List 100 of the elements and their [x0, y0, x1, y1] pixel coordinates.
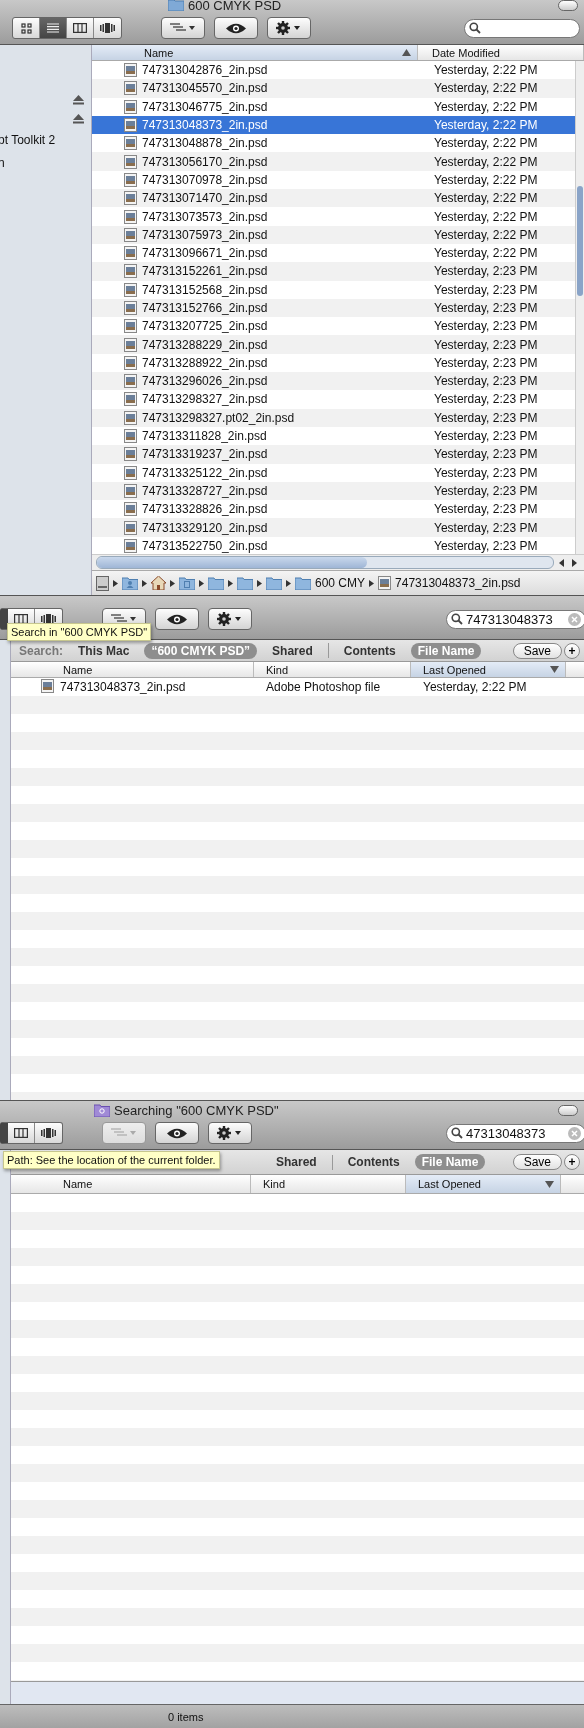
file-row[interactable]: 747313071470_2in.psd Yesterday, 2:22 PM [92, 189, 575, 208]
file-row[interactable]: 747313288229_2in.psd Yesterday, 2:23 PM [92, 335, 575, 354]
path-item[interactable] [122, 576, 138, 590]
gear-icon [217, 612, 243, 626]
file-row[interactable]: 747313075973_2in.psd Yesterday, 2:22 PM [92, 225, 575, 244]
eject-icon[interactable] [73, 114, 84, 124]
path-item[interactable] [266, 576, 282, 590]
file-row[interactable]: 747313328727_2in.psd Yesterday, 2:23 PM [92, 481, 575, 501]
file-row[interactable]: 747313152568_2in.psd Yesterday, 2:23 PM [92, 280, 575, 299]
column-header[interactable]: Name [11, 1175, 251, 1193]
file-row[interactable]: 747313298327_2in.psd Yesterday, 2:23 PM [92, 390, 575, 409]
file-row[interactable]: 747313048373_2in.psd Yesterday, 2:22 PM [92, 115, 575, 135]
date-modified: Yesterday, 2:23 PM [433, 319, 539, 334]
file-row[interactable]: 747313048878_2in.psd Yesterday, 2:22 PM [92, 134, 575, 153]
image-file-icon [124, 502, 137, 517]
path-item[interactable]: 747313048373_2in.psd [378, 576, 521, 590]
path-item[interactable] [237, 576, 253, 590]
column-header[interactable]: Name [92, 45, 418, 60]
file-row[interactable]: 747313328826_2in.psd Yesterday, 2:23 PM [92, 500, 575, 519]
path-item[interactable] [208, 576, 224, 590]
date-modified: Yesterday, 2:23 PM [433, 520, 539, 535]
path-item[interactable] [179, 576, 195, 590]
file-row[interactable]: 747313152766_2in.psd Yesterday, 2:23 PM [92, 298, 575, 318]
search-field[interactable] [464, 18, 580, 38]
file-row[interactable]: 747313073573_2in.psd Yesterday, 2:22 PM [92, 207, 575, 226]
arrange-icon [111, 1128, 137, 1138]
image-file-icon [124, 191, 137, 206]
file-name: 747313298327_2in.psd [142, 392, 269, 407]
file-row[interactable]: 747313329120_2in.psd Yesterday, 2:23 PM [92, 518, 575, 537]
file-row[interactable]: 747313311828_2in.psd Yesterday, 2:23 PM [92, 426, 575, 446]
path-item[interactable] [96, 575, 109, 591]
file-row[interactable]: 747313288922_2in.psd Yesterday, 2:23 PM [92, 353, 575, 373]
eject-icon[interactable] [73, 95, 84, 105]
column-header[interactable]: Last Opened [411, 662, 566, 677]
file-row[interactable]: 747313056170_2in.psd Yesterday, 2:22 PM [92, 152, 575, 171]
file-row[interactable]: 747313325122_2in.psd Yesterday, 2:23 PM [92, 463, 575, 482]
item-count: 0 items [168, 1710, 204, 1723]
quick-look-button[interactable] [155, 608, 199, 630]
path-item[interactable]: 600 CMY [295, 576, 366, 590]
toolbar-toggle-button[interactable] [558, 0, 578, 11]
view-mode-button[interactable] [40, 18, 67, 38]
search-field[interactable]: 47313048373 [446, 1123, 584, 1143]
file-row[interactable]: 747313522750_2in.psd Yesterday, 2:23 PM [92, 536, 575, 555]
horizontal-scrollbar[interactable] [96, 556, 554, 569]
toolbar-toggle-button[interactable] [558, 1104, 578, 1116]
file-row[interactable]: 747313319237_2in.psd Yesterday, 2:23 PM [92, 445, 575, 464]
quick-look-button[interactable] [214, 17, 258, 39]
column-header[interactable]: Date Modified [418, 45, 584, 60]
scroll-left-icon[interactable] [558, 558, 566, 567]
gear-icon [276, 21, 302, 35]
file-row[interactable]: 747313042876_2in.psd Yesterday, 2:22 PM [92, 61, 575, 80]
cover-flow-icon [41, 1128, 56, 1138]
save-search-button[interactable]: Save [512, 642, 562, 659]
image-file-icon [124, 118, 137, 133]
date-modified: Yesterday, 2:22 PM [433, 81, 539, 96]
file-row[interactable]: 747313296026_2in.psd Yesterday, 2:23 PM [92, 372, 575, 391]
date-modified: Yesterday, 2:23 PM [433, 282, 539, 297]
vertical-scrollbar[interactable] [575, 61, 584, 554]
file-row[interactable]: 747313070978_2in.psd Yesterday, 2:22 PM [92, 170, 575, 190]
file-row[interactable]: 747313045570_2in.psd Yesterday, 2:22 PM [92, 79, 575, 98]
column-header[interactable]: Last Opened [406, 1175, 561, 1193]
search-scope-option[interactable]: Shared [269, 1154, 324, 1170]
search-scope-option[interactable]: Contents [340, 1154, 407, 1170]
file-name: 747313288922_2in.psd [142, 355, 269, 370]
view-mode-switcher[interactable] [0, 1122, 63, 1144]
file-row[interactable]: 747313096671_2in.psd Yesterday, 2:22 PM [92, 243, 575, 263]
view-mode-switcher[interactable] [12, 17, 122, 39]
file-row[interactable]: 747313046775_2in.psd Yesterday, 2:22 PM [92, 97, 575, 116]
file-name: 747313056170_2in.psd [142, 154, 269, 169]
image-file-icon [124, 337, 137, 352]
arrange-button[interactable] [161, 17, 205, 39]
path-separator-icon [228, 579, 233, 587]
search-scope-option[interactable]: Contents [336, 642, 403, 659]
file-name: 747313325122_2in.psd [142, 465, 269, 480]
image-file-icon [124, 264, 137, 279]
column-header[interactable]: Name [11, 662, 254, 677]
quick-look-button[interactable] [155, 1122, 199, 1144]
file-row[interactable]: 747313207725_2in.psd Yesterday, 2:23 PM [92, 317, 575, 336]
image-file-icon [124, 301, 137, 315]
save-search-button[interactable]: Save [512, 1154, 562, 1170]
user-folder-icon [122, 576, 138, 590]
image-file-icon [124, 410, 137, 425]
file-row[interactable]: 747313298327.pt02_2in.psd Yesterday, 2:23 PM [92, 408, 575, 427]
date-modified: Yesterday, 2:23 PM [433, 538, 539, 553]
search-field[interactable]: 747313048373 [446, 609, 584, 629]
action-button[interactable] [208, 1122, 252, 1144]
date-modified: Yesterday, 2:23 PM [433, 465, 539, 480]
scroll-right-icon[interactable] [570, 558, 578, 567]
file-row[interactable]: 747313152261_2in.psd Yesterday, 2:23 PM [92, 262, 575, 281]
action-button[interactable] [267, 17, 311, 39]
tooltip: Path: See the location of the current folder. [3, 1151, 220, 1169]
list-view-icon [47, 23, 59, 33]
add-criteria-button[interactable]: + [564, 1154, 580, 1170]
search-scope-option[interactable]: This Mac [71, 642, 137, 659]
search-scope-option[interactable]: Shared [265, 642, 320, 659]
action-button[interactable] [208, 608, 252, 630]
add-criteria-button[interactable]: + [564, 642, 580, 659]
search-result-row[interactable]: 747313048373_2in.psd Adobe Photoshop file Yesterday, 2:22 PM [11, 678, 584, 696]
folder-icon [266, 576, 282, 590]
path-item[interactable] [151, 576, 166, 590]
